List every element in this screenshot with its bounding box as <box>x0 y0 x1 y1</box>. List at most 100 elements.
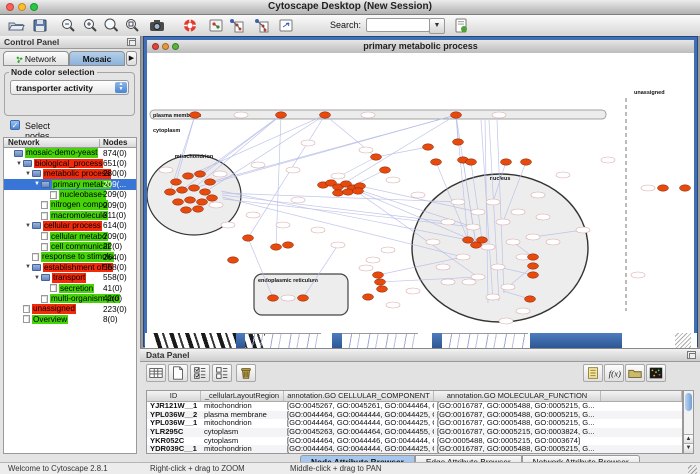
network-label-node[interactable] <box>359 147 373 153</box>
zoom-fit-icon[interactable] <box>102 17 120 34</box>
expander-icon[interactable]: ▼ <box>24 223 32 229</box>
tree-column-nodes[interactable]: Nodes <box>103 138 127 147</box>
table-row[interactable]: YKR052Ccytoplasm[GO:0044464, GO:0044446,… <box>147 437 682 446</box>
network-label-node[interactable] <box>301 140 315 146</box>
tree-row-macromolecule[interactable]: macromolecule311(0) <box>4 210 136 220</box>
network-label-node[interactable] <box>466 224 480 230</box>
network-label-node[interactable] <box>501 284 515 290</box>
network-node[interactable] <box>207 195 218 201</box>
tree-row-response-to-stimulu[interactable]: response to stimulu264(0) <box>4 252 136 262</box>
network-node[interactable] <box>371 154 382 160</box>
expander-icon[interactable]: ▼ <box>33 181 41 187</box>
network-label-node[interactable] <box>311 227 325 233</box>
network-label-node[interactable] <box>556 172 570 178</box>
zoom-selected-icon[interactable] <box>123 17 141 34</box>
expander-icon[interactable]: ▼ <box>24 264 32 270</box>
network-edge[interactable] <box>376 147 428 157</box>
network-node[interactable] <box>276 112 287 118</box>
network-node[interactable] <box>228 257 239 263</box>
network-edge[interactable] <box>338 115 456 187</box>
float-panel-icon[interactable] <box>127 38 136 46</box>
network-node[interactable] <box>183 173 194 179</box>
network-label-node[interactable] <box>601 157 615 163</box>
network-node[interactable] <box>375 279 386 285</box>
network-node[interactable] <box>525 296 536 302</box>
network-node[interactable] <box>463 237 474 243</box>
network-label-node[interactable] <box>481 244 495 250</box>
network-label-node[interactable] <box>506 239 520 245</box>
network-node[interactable] <box>271 244 282 250</box>
network-label-node[interactable] <box>516 308 530 314</box>
network-label-node[interactable] <box>359 265 373 271</box>
network-label-node[interactable] <box>536 214 550 220</box>
network-node[interactable] <box>380 167 391 173</box>
expander-icon[interactable]: ▼ <box>15 161 23 167</box>
scroll-down-icon[interactable]: ▼ <box>684 443 693 453</box>
network-label-node[interactable] <box>441 279 455 285</box>
network-label-node[interactable] <box>281 295 295 301</box>
tree-row-nitrogen-compo[interactable]: nitrogen compo209(0) <box>4 200 136 210</box>
create-attribute-icon[interactable] <box>168 364 188 382</box>
network-node[interactable] <box>423 144 434 150</box>
tree-row-mosaic-demo-yeast[interactable]: mosaic-demo-yeast874(0) <box>4 148 136 158</box>
tree-row-primary-metabo[interactable]: ▼primary metabo209(... <box>4 179 136 189</box>
tree-row-multi-organism-pro[interactable]: multi-organism pro42(0) <box>4 293 136 303</box>
network-label-node[interactable] <box>159 167 173 173</box>
tab-scroll-right-icon[interactable]: ▶ <box>126 51 137 66</box>
float-panel-icon[interactable] <box>687 351 696 359</box>
network-node[interactable] <box>333 190 344 196</box>
network-label-node[interactable] <box>641 185 655 191</box>
import-network-icon[interactable] <box>227 17 245 34</box>
help-icon[interactable] <box>181 17 199 34</box>
network-node[interactable] <box>453 139 464 145</box>
open-icon[interactable] <box>7 17 25 34</box>
network-label-node[interactable] <box>436 264 450 270</box>
attribute-editor-icon[interactable] <box>583 364 603 382</box>
tree-row-cell-communicat[interactable]: cell communicat22(0) <box>4 242 136 252</box>
background-window-sliver[interactable] <box>442 333 528 348</box>
network-node[interactable] <box>190 112 201 118</box>
network-label-node[interactable] <box>221 222 235 228</box>
network-label-node[interactable] <box>426 239 440 245</box>
network-label-node[interactable] <box>291 197 305 203</box>
network-node[interactable] <box>189 185 200 191</box>
network-canvas[interactable]: plasma membranecytoplasmmitochondrionnuc… <box>147 53 694 343</box>
search-dropdown-icon[interactable]: ▼ <box>429 18 445 34</box>
network-node[interactable] <box>466 159 477 165</box>
network-label-node[interactable] <box>246 212 260 218</box>
tree-row-transport[interactable]: ▼transport558(0) <box>4 273 136 283</box>
network-label-node[interactable] <box>471 209 485 215</box>
network-node[interactable] <box>363 294 374 300</box>
network-node[interactable] <box>377 286 388 292</box>
tree-row-establishment-of-lo[interactable]: ▼establishment of lo558(0) <box>4 262 136 272</box>
tab-network[interactable]: Network <box>3 51 69 66</box>
annotation-icon[interactable] <box>277 17 295 34</box>
network-label-node[interactable] <box>499 318 513 324</box>
network-label-node[interactable] <box>451 199 465 205</box>
network-node[interactable] <box>528 272 539 278</box>
network-label-node[interactable] <box>386 302 400 308</box>
background-window-sliver[interactable] <box>245 333 321 348</box>
window-resize-grip[interactable] <box>688 465 697 474</box>
search-input[interactable] <box>366 18 430 32</box>
tree-row-secretion[interactable]: secretion41(0) <box>4 283 136 293</box>
network-label-node[interactable] <box>251 162 265 168</box>
network-node[interactable] <box>451 112 462 118</box>
tree-row-overview[interactable]: Overview8(0) <box>4 314 136 324</box>
network-label-node[interactable] <box>276 222 290 228</box>
network-node[interactable] <box>477 237 488 243</box>
network-label-node[interactable] <box>576 227 590 233</box>
function-builder-icon[interactable]: f(x) <box>604 364 624 382</box>
network-node[interactable] <box>173 199 184 205</box>
network-label-node[interactable] <box>496 219 510 225</box>
network-node[interactable] <box>200 189 211 195</box>
network-label-node[interactable] <box>331 242 345 248</box>
table-row[interactable]: YPL036W__2plasma membrane[GO:0044464, GO… <box>147 411 682 420</box>
select-attributes-icon[interactable] <box>146 364 166 382</box>
network-label-node[interactable] <box>441 219 455 225</box>
matrix-icon[interactable] <box>646 364 666 382</box>
network-node[interactable] <box>197 199 208 205</box>
network-label-node[interactable] <box>456 254 470 260</box>
network-label-node[interactable] <box>286 167 300 173</box>
network-label-node[interactable] <box>361 112 375 118</box>
